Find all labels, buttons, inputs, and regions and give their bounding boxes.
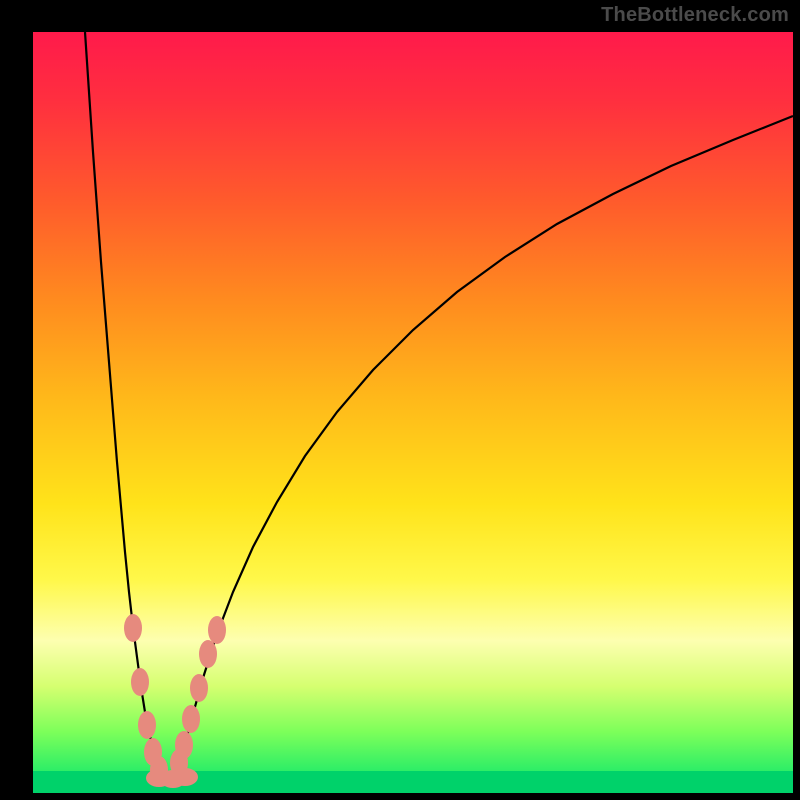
chart-frame: TheBottleneck.com xyxy=(0,0,800,800)
curve-left-branch xyxy=(85,32,163,776)
bead-left-2 xyxy=(138,711,156,739)
bead-right-4 xyxy=(199,640,217,668)
bead-left-1 xyxy=(131,668,149,696)
bead-right-3 xyxy=(190,674,208,702)
curve-right-branch xyxy=(175,116,793,774)
bead-left-0 xyxy=(124,614,142,642)
bead-right-1 xyxy=(175,731,193,759)
bead-bottom-2 xyxy=(172,768,198,786)
bead-right-2 xyxy=(182,705,200,733)
bead-right-5 xyxy=(208,616,226,644)
chart-svg xyxy=(0,0,800,800)
